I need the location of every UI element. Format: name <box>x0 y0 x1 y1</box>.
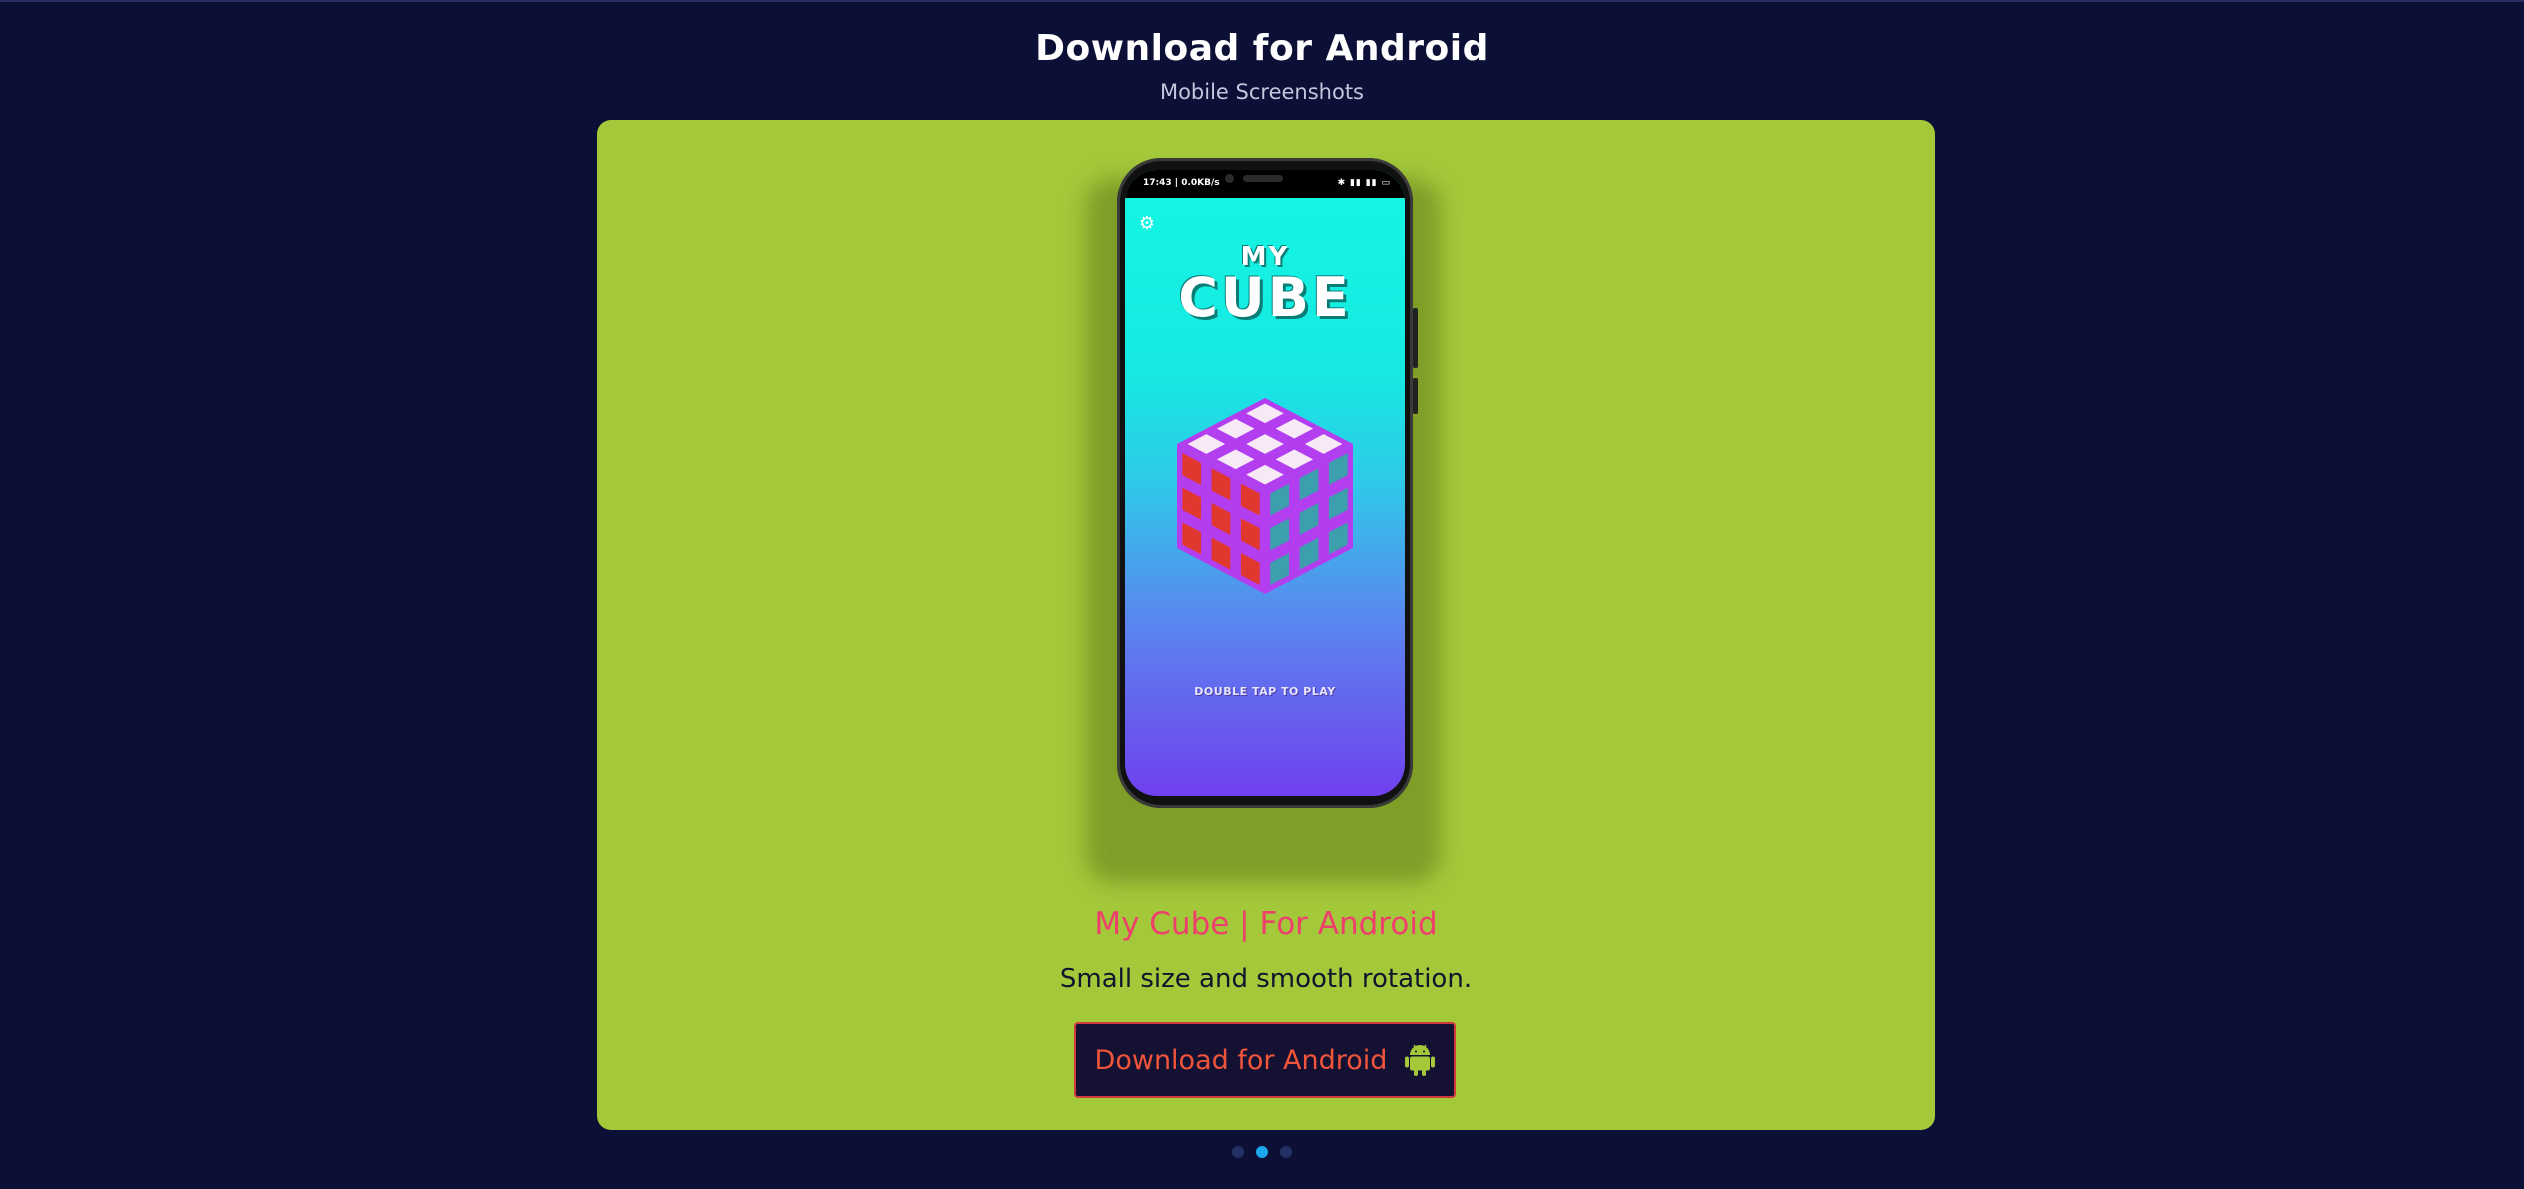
top-divider <box>0 0 2524 2</box>
android-icon <box>1405 1044 1436 1076</box>
status-icons: ✱ ▮▮ ▮▮ ▭ <box>1337 178 1391 188</box>
phone-screen: 17:43 | 0.0KB/s ✱ ▮▮ ▮▮ ▭ ⚙ MY CUBE DOUB… <box>1125 170 1405 796</box>
double-tap-prompt: DOUBLE TAP TO PLAY <box>1194 685 1336 698</box>
screenshot-slide-card: 17:43 | 0.0KB/s ✱ ▮▮ ▮▮ ▭ ⚙ MY CUBE DOUB… <box>597 120 1935 1130</box>
carousel-dots <box>0 1146 2524 1158</box>
gear-icon: ⚙ <box>1138 213 1156 234</box>
page-title: Download for Android <box>1035 28 1489 69</box>
speaker-notch <box>1243 175 1283 182</box>
carousel-dot[interactable] <box>1280 1146 1292 1158</box>
game-title-large: CUBE <box>1178 266 1352 329</box>
carousel-dot[interactable] <box>1232 1146 1244 1158</box>
phone-side-button <box>1413 308 1418 368</box>
page-subtitle: Mobile Screenshots <box>1159 80 1365 104</box>
download-android-button[interactable]: Download for Android <box>1074 1022 1456 1098</box>
phone-side-button <box>1413 378 1418 414</box>
status-time: 17:43 | 0.0KB/s <box>1143 178 1220 188</box>
carousel-dot[interactable] <box>1256 1146 1268 1158</box>
app-description: Small size and smooth rotation. <box>1059 964 1473 994</box>
phone-status-bar: 17:43 | 0.0KB/s ✱ ▮▮ ▮▮ ▭ <box>1125 170 1405 198</box>
rubiks-cube-image <box>1177 398 1353 594</box>
download-button-label: Download for Android <box>1094 1044 1388 1076</box>
phone-mockup: 17:43 | 0.0KB/s ✱ ▮▮ ▮▮ ▭ ⚙ MY CUBE DOUB… <box>1117 158 1418 808</box>
camera-icon <box>1225 174 1234 183</box>
app-title: My Cube | For Android <box>1094 906 1438 942</box>
